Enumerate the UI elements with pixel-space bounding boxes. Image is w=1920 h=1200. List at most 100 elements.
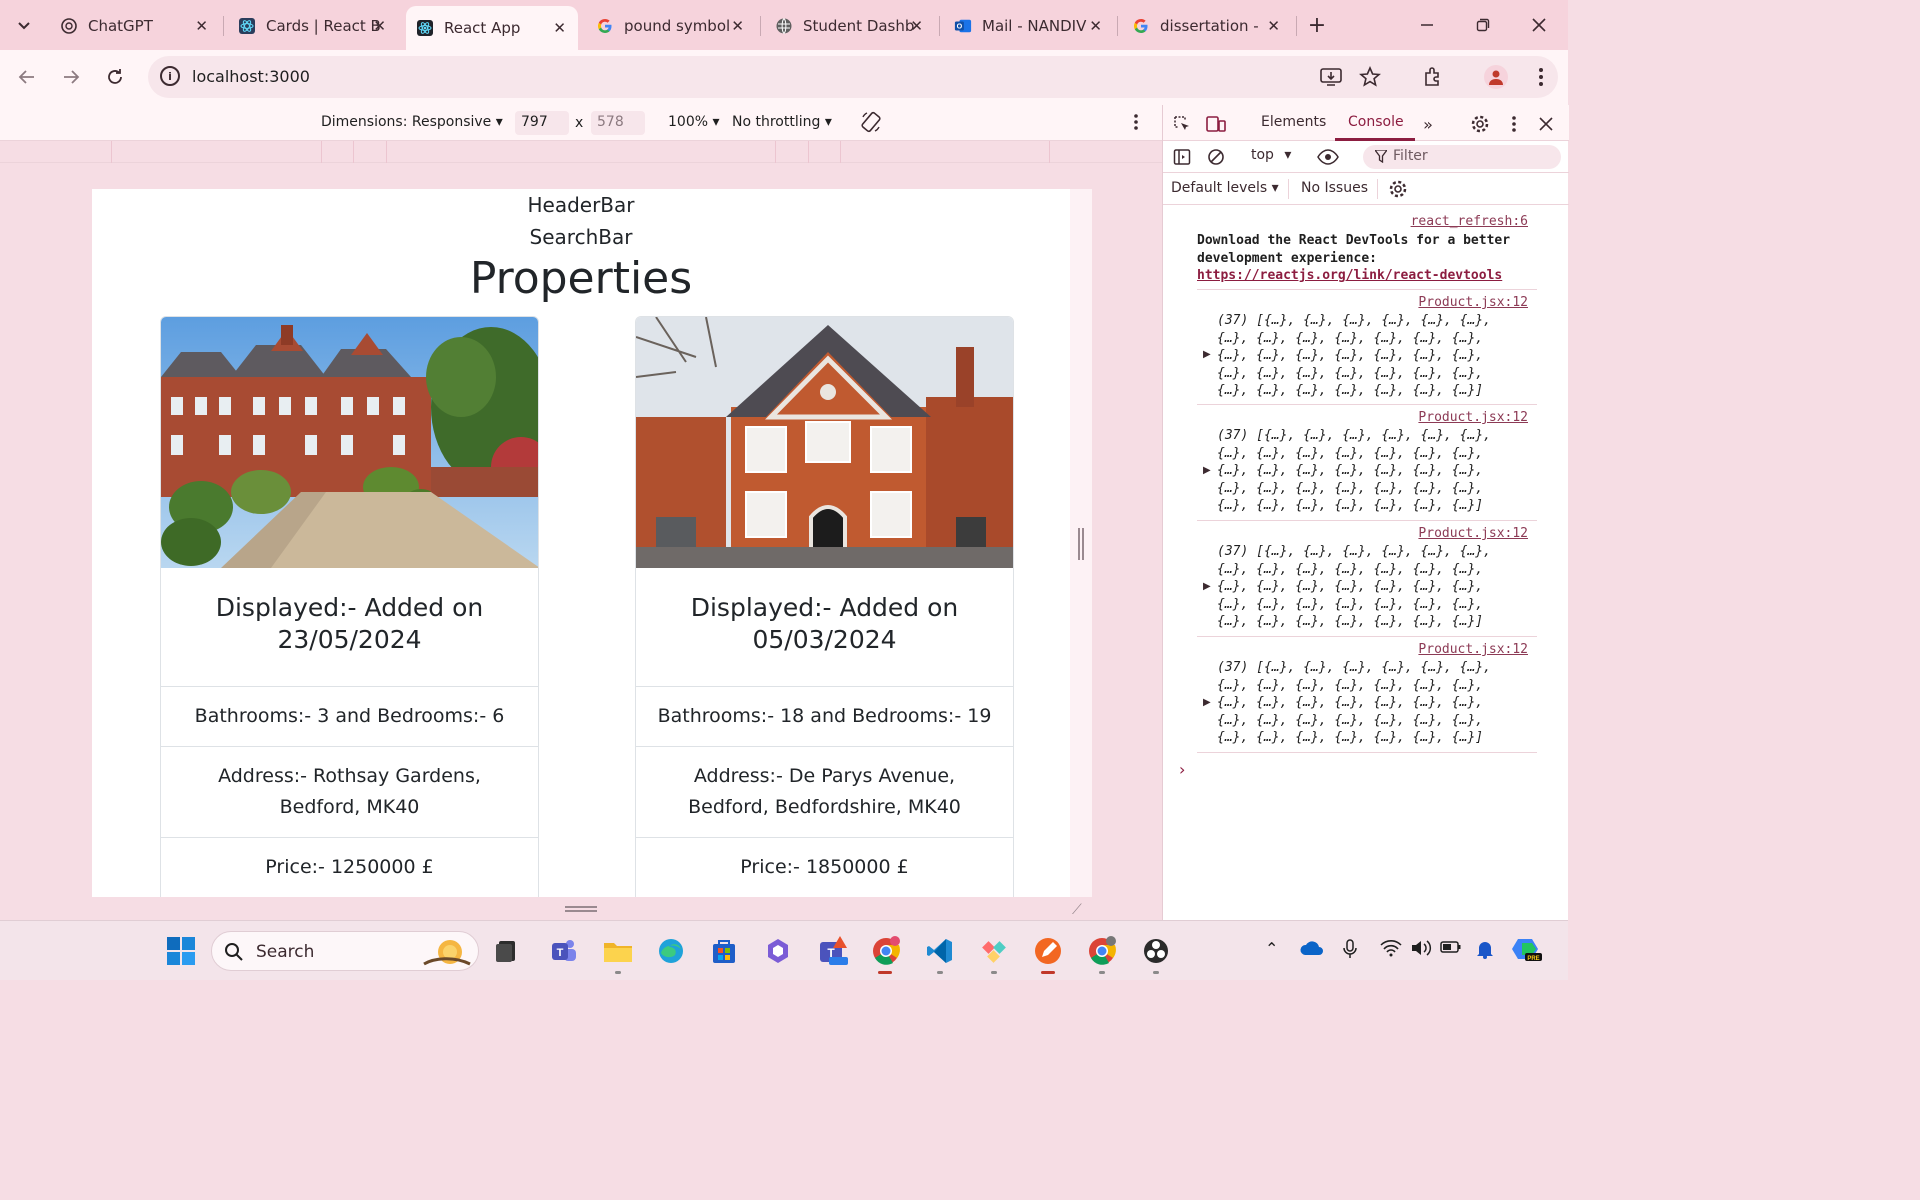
message-source-link[interactable]: Product.jsx:12 bbox=[1418, 642, 1528, 657]
message-source-link[interactable]: react_refresh:6 bbox=[1411, 214, 1528, 229]
address-bar[interactable]: i localhost:3000 bbox=[148, 56, 1558, 98]
devtools-link[interactable]: https://reactjs.org/link/react-devtools bbox=[1197, 268, 1502, 283]
close-icon[interactable]: ✕ bbox=[1089, 17, 1102, 35]
forward-button[interactable] bbox=[56, 62, 86, 92]
wifi-icon[interactable] bbox=[1380, 939, 1402, 961]
chrome-icon[interactable] bbox=[868, 933, 904, 969]
close-icon[interactable]: ✕ bbox=[1267, 17, 1280, 35]
console-array-output[interactable]: (37) [{…}, {…}, {…}, {…}, {…}, {…}, {…},… bbox=[1217, 659, 1537, 747]
property-card[interactable]: Displayed:- Added on 23/05/2024 Bathroom… bbox=[160, 316, 539, 897]
tab-cards-react-bootstrap[interactable]: Cards | React B ✕ bbox=[228, 8, 398, 44]
figma-like-icon[interactable] bbox=[976, 933, 1012, 969]
close-icon[interactable]: ✕ bbox=[553, 19, 566, 37]
edge-icon[interactable] bbox=[653, 933, 689, 969]
property-card[interactable]: Displayed:- Added on 05/03/2024 Bathroom… bbox=[635, 316, 1014, 897]
restore-button[interactable] bbox=[1468, 10, 1498, 40]
tab-console[interactable]: Console bbox=[1348, 114, 1404, 130]
expand-triangle-icon[interactable]: ▶ bbox=[1203, 349, 1211, 360]
tab-mail[interactable]: O Mail - NANDIV ✕ bbox=[944, 8, 1114, 44]
devtools-menu-icon[interactable] bbox=[1503, 113, 1525, 135]
bookmark-star-icon[interactable] bbox=[1357, 64, 1383, 90]
message-source-link[interactable]: Product.jsx:12 bbox=[1418, 526, 1528, 541]
close-devtools-icon[interactable] bbox=[1535, 113, 1557, 135]
throttling-label: No throttling bbox=[732, 114, 821, 130]
viewport-corner-resize-handle[interactable]: ⟋ bbox=[1072, 902, 1082, 918]
tab-react-app[interactable]: React App ✕ bbox=[406, 6, 578, 50]
close-icon[interactable]: ✕ bbox=[731, 17, 744, 35]
microphone-icon[interactable] bbox=[1343, 939, 1357, 963]
rotate-icon[interactable] bbox=[860, 111, 882, 137]
width-input[interactable]: 797 bbox=[515, 111, 569, 135]
start-button[interactable] bbox=[163, 933, 199, 969]
inspect-element-icon[interactable] bbox=[1171, 113, 1193, 135]
obs-icon[interactable] bbox=[1138, 933, 1174, 969]
context-dropdown[interactable]: top ▾ bbox=[1251, 147, 1291, 163]
expand-triangle-icon[interactable]: ▶ bbox=[1203, 697, 1211, 708]
log-levels-dropdown[interactable]: Default levels ▾ bbox=[1171, 180, 1279, 196]
notification-bell-icon[interactable] bbox=[1476, 939, 1494, 963]
reload-button[interactable] bbox=[100, 62, 130, 92]
file-explorer-icon[interactable] bbox=[489, 933, 525, 969]
new-tab-button[interactable]: + bbox=[1302, 10, 1332, 40]
zoom-dropdown[interactable]: 100% ▾ bbox=[668, 114, 720, 130]
minimize-button[interactable] bbox=[1412, 10, 1442, 40]
extensions-icon[interactable] bbox=[1420, 64, 1446, 90]
expand-triangle-icon[interactable]: ▶ bbox=[1203, 581, 1211, 592]
console-filter-input[interactable]: Filter bbox=[1363, 145, 1561, 169]
close-window-button[interactable] bbox=[1524, 10, 1554, 40]
teams-new-icon[interactable]: T bbox=[815, 933, 851, 969]
message-source-link[interactable]: Product.jsx:12 bbox=[1418, 410, 1528, 425]
tab-student-dashboard[interactable]: Student Dashb ✕ bbox=[765, 8, 935, 44]
settings-gear-icon[interactable] bbox=[1469, 113, 1491, 135]
taskbar-search-box[interactable]: Search bbox=[211, 931, 479, 971]
close-icon[interactable]: ✕ bbox=[373, 17, 386, 35]
back-button[interactable] bbox=[12, 62, 42, 92]
vscode-icon[interactable] bbox=[922, 933, 958, 969]
console-settings-gear-icon[interactable] bbox=[1387, 178, 1409, 200]
copilot-icon[interactable] bbox=[760, 933, 796, 969]
copilot-pre-icon[interactable]: PRE bbox=[1512, 935, 1542, 967]
folder-icon[interactable] bbox=[600, 933, 636, 969]
console-array-output[interactable]: (37) [{…}, {…}, {…}, {…}, {…}, {…}, {…},… bbox=[1217, 543, 1537, 631]
chrome-profile-icon[interactable] bbox=[1084, 933, 1120, 969]
onedrive-icon[interactable] bbox=[1300, 939, 1324, 961]
live-expression-eye-icon[interactable] bbox=[1317, 146, 1339, 168]
sidebar-toggle-icon[interactable] bbox=[1171, 146, 1193, 168]
console-array-output[interactable]: (37) [{…}, {…}, {…}, {…}, {…}, {…}, {…},… bbox=[1217, 427, 1537, 515]
close-icon[interactable]: ✕ bbox=[910, 17, 923, 35]
viewport-bottom-resize-handle[interactable] bbox=[565, 906, 597, 912]
tab-separator bbox=[939, 16, 940, 36]
url-text[interactable]: localhost:3000 bbox=[192, 67, 310, 86]
profile-avatar[interactable] bbox=[1484, 65, 1508, 89]
device-toggle-icon[interactable] bbox=[1205, 113, 1227, 135]
battery-icon[interactable] bbox=[1440, 939, 1462, 959]
media-query-ruler[interactable] bbox=[0, 141, 1162, 163]
chevron-up-icon[interactable]: ⌃ bbox=[1265, 939, 1278, 958]
browser-menu-icon[interactable] bbox=[1528, 64, 1554, 90]
issues-counter[interactable]: No Issues bbox=[1301, 180, 1368, 196]
clear-console-icon[interactable] bbox=[1205, 146, 1227, 168]
height-input[interactable]: 578 bbox=[591, 111, 645, 135]
tab-search-button[interactable] bbox=[8, 9, 40, 41]
throttling-dropdown[interactable]: No throttling ▾ bbox=[732, 114, 832, 130]
tab-elements[interactable]: Elements bbox=[1261, 114, 1326, 130]
device-more-icon[interactable] bbox=[1133, 113, 1139, 135]
more-tabs-icon[interactable]: » bbox=[1417, 113, 1439, 135]
expand-triangle-icon[interactable]: ▶ bbox=[1203, 465, 1211, 476]
viewport-right-resize-handle[interactable] bbox=[1078, 528, 1084, 560]
install-app-icon[interactable] bbox=[1318, 64, 1344, 90]
pen-app-icon[interactable] bbox=[1030, 933, 1066, 969]
close-icon[interactable]: ✕ bbox=[195, 17, 208, 35]
site-info-icon[interactable]: i bbox=[160, 66, 180, 86]
teams-icon[interactable]: T bbox=[546, 933, 582, 969]
message-source-link[interactable]: Product.jsx:12 bbox=[1418, 295, 1528, 310]
dimensions-dropdown[interactable]: Dimensions: Responsive ▾ bbox=[321, 114, 503, 130]
tab-pound-symbol[interactable]: pound symbol ✕ bbox=[586, 8, 756, 44]
console-prompt-icon[interactable]: › bbox=[1179, 760, 1185, 779]
console-array-output[interactable]: (37) [{…}, {…}, {…}, {…}, {…}, {…}, {…},… bbox=[1217, 312, 1537, 400]
tab-chatgpt[interactable]: ChatGPT ✕ bbox=[50, 8, 220, 44]
store-icon[interactable] bbox=[706, 933, 742, 969]
tab-title: React App bbox=[444, 19, 521, 37]
volume-icon[interactable] bbox=[1410, 939, 1432, 961]
tab-dissertation[interactable]: dissertation - ✕ bbox=[1122, 8, 1292, 44]
